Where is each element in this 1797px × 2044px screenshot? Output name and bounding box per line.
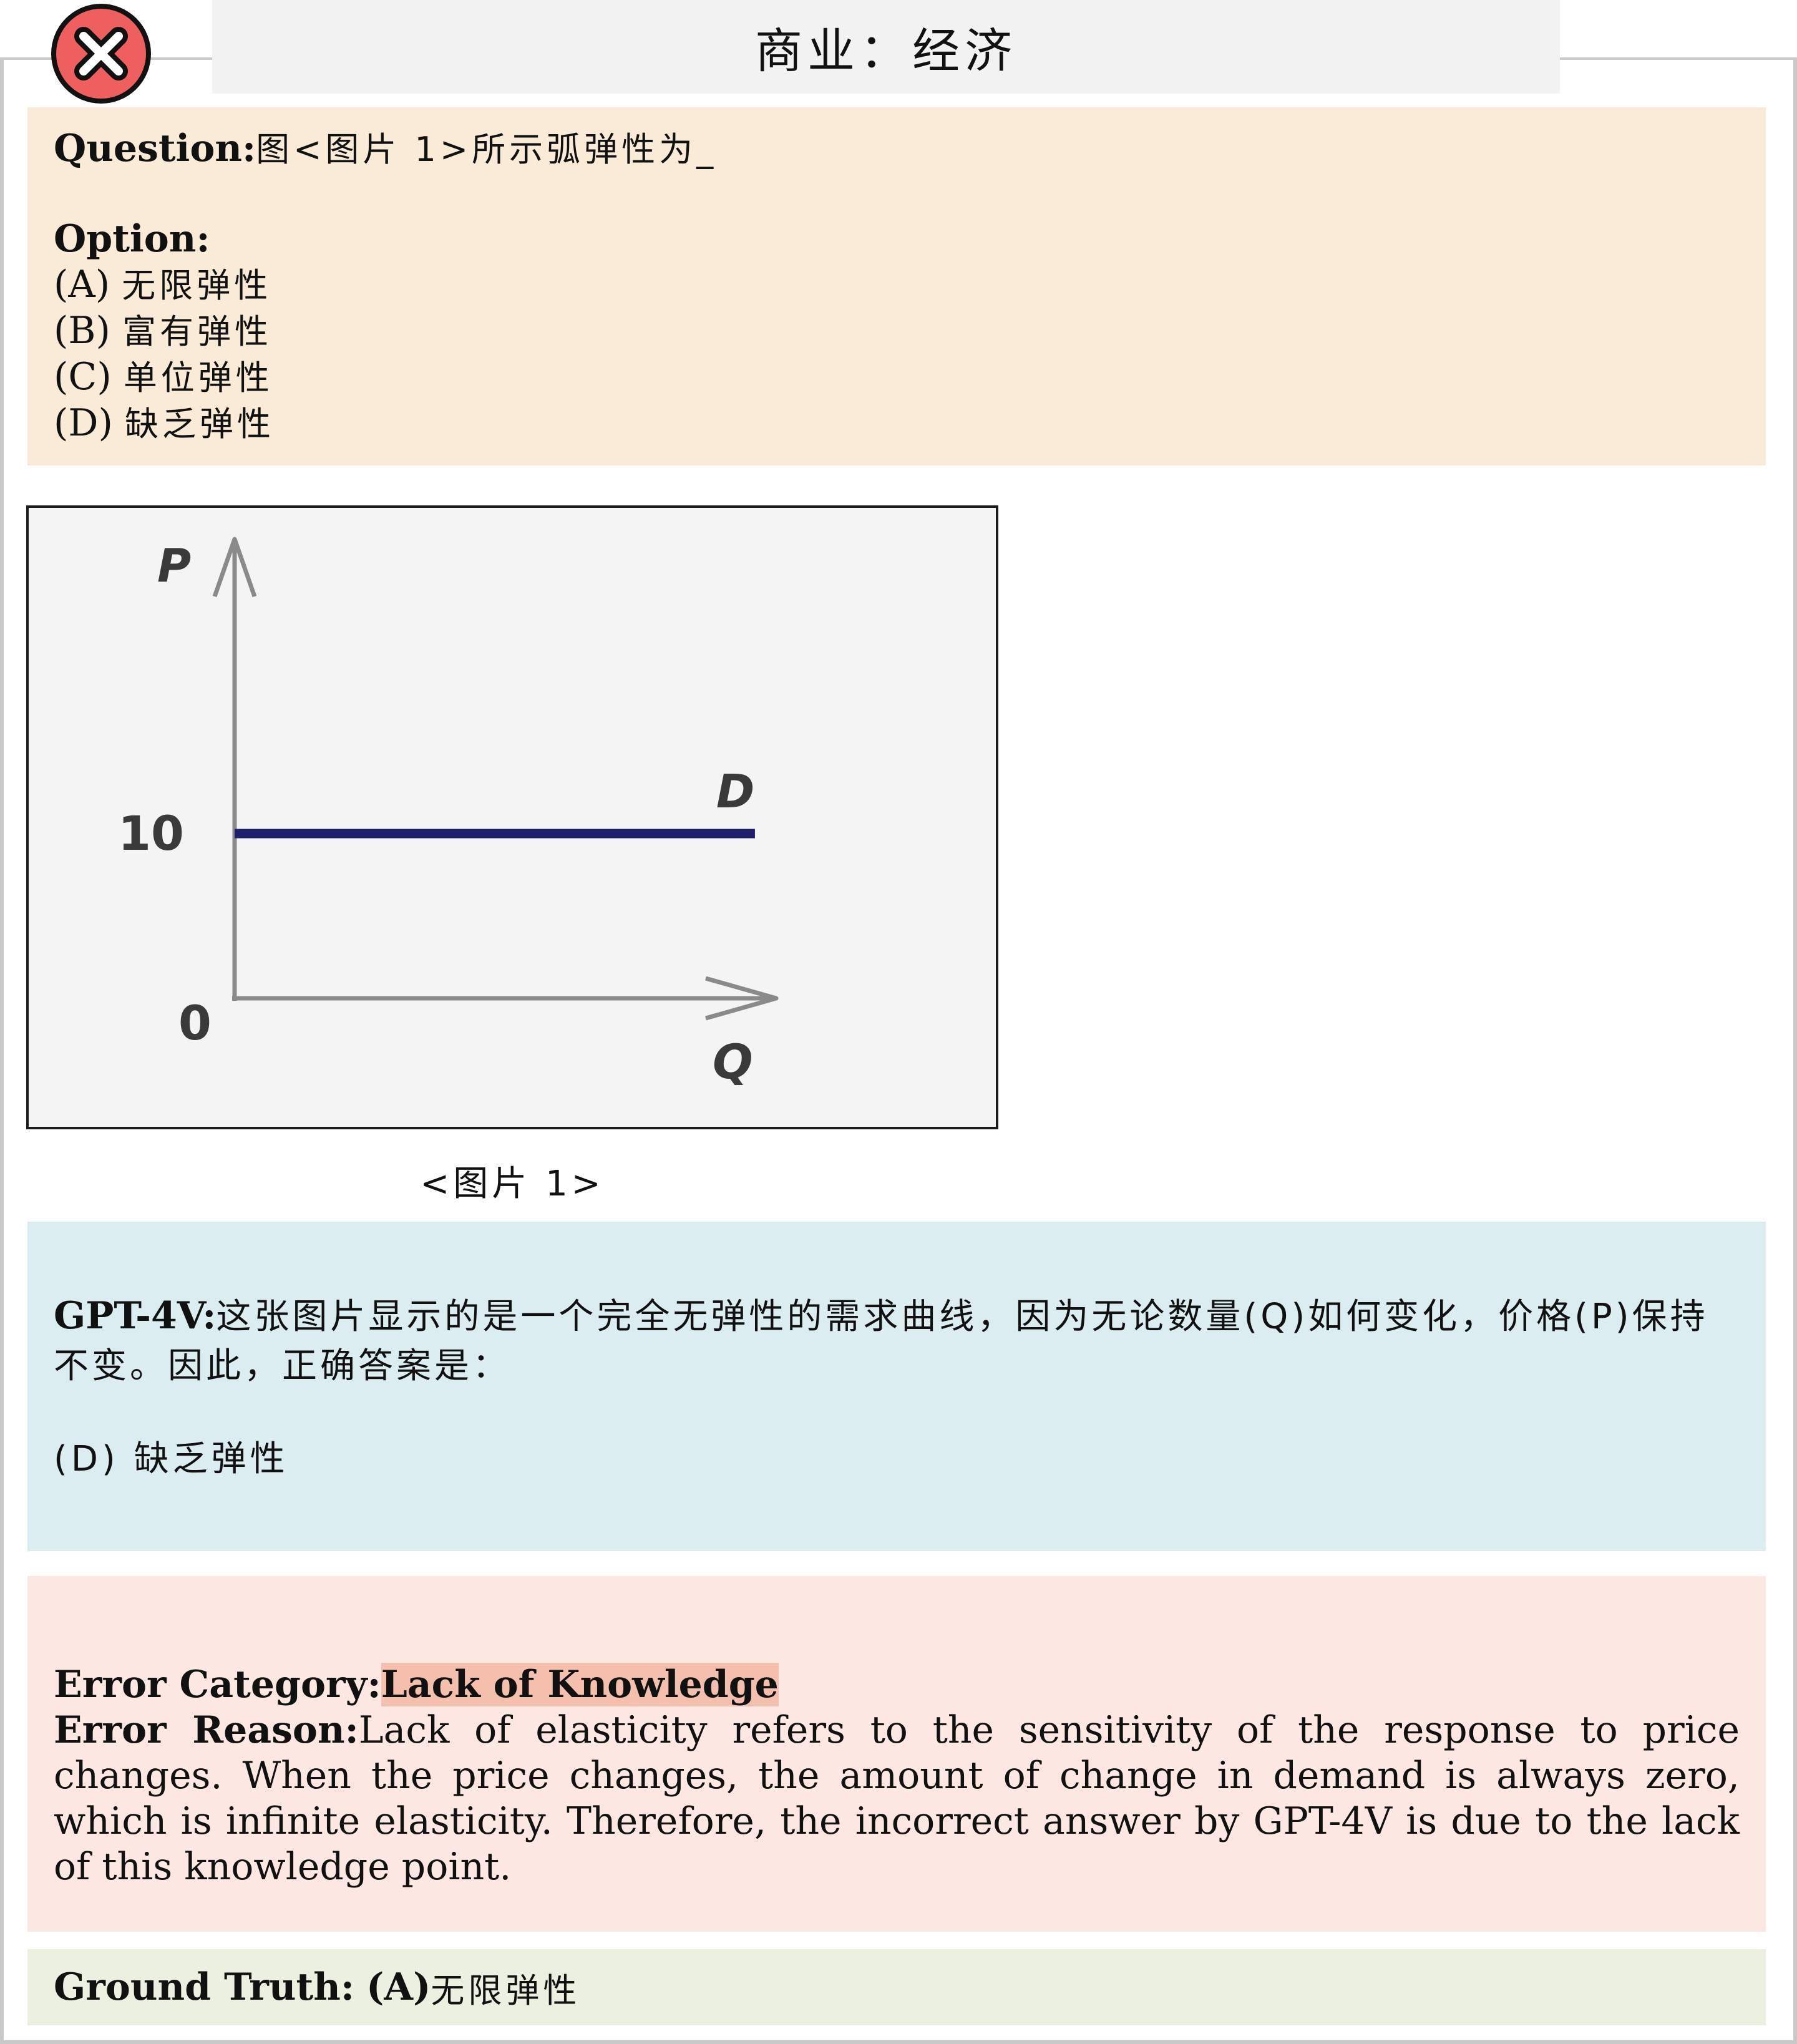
ground-truth-label: Ground Truth: <box>54 1965 354 2009</box>
option-text: 无限弹性 <box>122 266 272 305</box>
question-block: Question:图<图片 1>所示弧弹性为_ Option: (A) 无限弹性… <box>27 107 1766 465</box>
close-icon <box>74 27 128 80</box>
x-axis-label: Q <box>713 1034 753 1089</box>
error-reason-label: Error Reason: <box>54 1708 359 1752</box>
series-label: D <box>716 765 754 819</box>
option-text: 缺乏弹性 <box>125 404 275 444</box>
option-text: 富有弹性 <box>122 312 272 351</box>
gpt-answer: (D) 缺乏弹性 <box>54 1439 289 1479</box>
gpt-response: GPT-4V:这张图片显示的是一个完全无弹性的需求曲线，因为无论数量(Q)如何变… <box>54 1292 1740 1391</box>
origin-label: 0 <box>178 995 212 1051</box>
gpt-response-block: GPT-4V:这张图片显示的是一个完全无弹性的需求曲线，因为无论数量(Q)如何变… <box>27 1222 1766 1551</box>
gpt-response-text: 这张图片显示的是一个完全无弹性的需求曲线，因为无论数量(Q)如何变化，价格(P)… <box>54 1297 1708 1386</box>
wrong-answer-badge <box>51 4 151 104</box>
figure-caption: <图片 1> <box>420 1164 605 1204</box>
page-title: 商业：经济 <box>212 0 1560 94</box>
option-a: (A) 无限弹性 <box>54 262 1740 308</box>
title-text: 商业：经济 <box>755 23 1017 79</box>
figure-image: P 10 D 0 Q <box>26 505 998 1129</box>
option-key: (D) <box>54 401 113 445</box>
option-b: (B) 富有弹性 <box>54 308 1740 354</box>
question-line: Question:图<图片 1>所示弧弹性为_ <box>54 126 1740 172</box>
question-text: 图<图片 1>所示弧弹性为_ <box>256 130 718 169</box>
option-d: (D) 缺乏弹性 <box>54 401 1740 447</box>
option-label: Option: <box>54 217 210 261</box>
y-tick-label: 10 <box>118 805 184 861</box>
error-category-label: Error Category: <box>54 1663 381 1706</box>
ground-truth-text: 无限弹性 <box>431 1970 581 2010</box>
gpt-label: GPT-4V: <box>54 1294 217 1338</box>
option-key: (A) <box>54 263 110 306</box>
option-key: (C) <box>54 355 112 399</box>
ground-truth-block: Ground Truth: (A) 无限弹性 <box>27 1949 1766 2025</box>
error-reason: Error Reason:Lack of elasticity refers t… <box>54 1708 1740 1890</box>
option-text: 单位弹性 <box>123 358 273 397</box>
error-category-line: Error Category:Lack of Knowledge <box>54 1662 1740 1708</box>
ground-truth-key: (A) <box>366 1965 431 2009</box>
demand-curve-chart: P 10 D 0 Q <box>118 537 779 1089</box>
option-key: (B) <box>54 309 110 353</box>
error-category: Lack of Knowledge <box>381 1663 779 1706</box>
y-axis-label: P <box>157 539 191 593</box>
question-label: Question: <box>54 127 256 170</box>
error-block: Error Category:Lack of Knowledge Error R… <box>27 1576 1766 1932</box>
option-c: (C) 单位弹性 <box>54 354 1740 401</box>
